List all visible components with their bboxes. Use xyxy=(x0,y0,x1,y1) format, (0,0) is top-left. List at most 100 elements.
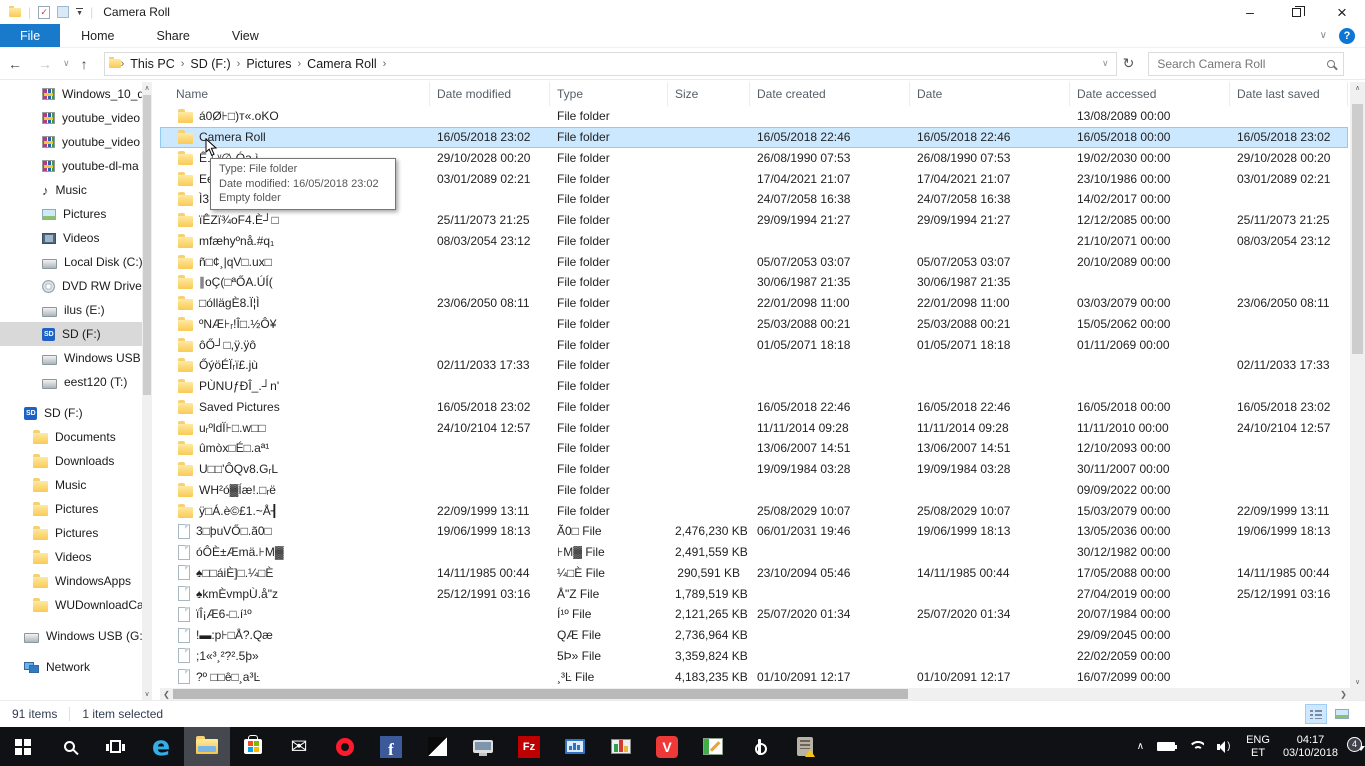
sidebar-item-downloads[interactable]: Downloads xyxy=(0,449,142,473)
sidebar-item-windows-usb-g-[interactable]: Windows USB (G:) xyxy=(0,624,142,648)
breadcrumb-segment[interactable]: Pictures xyxy=(240,57,297,71)
edge-browser[interactable]: e xyxy=(138,727,184,766)
breadcrumb-segment[interactable]: This PC xyxy=(124,57,180,71)
search-input[interactable] xyxy=(1157,57,1327,71)
refresh-icon[interactable]: ↻ xyxy=(1117,55,1141,72)
table-row[interactable]: ♠□□áiÈ]□.¼□È14/11/1985 00:44¼□È File290,… xyxy=(160,563,1348,584)
column-header-date-accessed[interactable]: Date accessed xyxy=(1070,82,1230,106)
scroll-right-icon[interactable]: ❯ xyxy=(1337,690,1350,699)
mail-app[interactable]: ✉ xyxy=(276,727,322,766)
file-explorer[interactable] xyxy=(184,727,230,766)
sidebar-item-network[interactable]: Network xyxy=(0,655,142,679)
battery-icon[interactable] xyxy=(1157,742,1175,751)
table-row[interactable]: ∥oÇ(□ªŐA.ÚÍ(File folder30/06/1987 21:353… xyxy=(160,272,1348,293)
sidebar-item-youtube-video[interactable]: youtube_video xyxy=(0,106,142,130)
table-row[interactable]: ŐýöÉÏᵣï£.jù02/11/2033 17:33File folder02… xyxy=(160,355,1348,376)
clock[interactable]: 04:17 03/10/2018 xyxy=(1283,734,1338,760)
start-button[interactable] xyxy=(0,727,46,766)
scroll-up-icon[interactable]: ∧ xyxy=(1350,82,1365,94)
sidebar-item-windowsapps[interactable]: WindowsApps xyxy=(0,569,142,593)
minimize-button[interactable]: – xyxy=(1227,0,1273,24)
table-row[interactable]: ïÊZï¾oF4.È┘□25/11/2073 21:25File folder2… xyxy=(160,210,1348,231)
language-indicator[interactable]: ENG ET xyxy=(1246,734,1270,760)
customize-toolbar-dropdown[interactable]: ▼ xyxy=(76,8,83,17)
tab-file[interactable]: File xyxy=(0,24,60,47)
sidebar-item-eest120-t-[interactable]: eest120 (T:) xyxy=(0,370,142,394)
taskbar-search-button[interactable] xyxy=(46,727,92,766)
settings-app[interactable] xyxy=(736,727,782,766)
desktop-app[interactable] xyxy=(414,727,460,766)
table-row[interactable]: PÙNUƒÐÎ_.┘n'File folder xyxy=(160,376,1348,397)
column-header-date[interactable]: Date xyxy=(910,82,1070,106)
table-row[interactable]: ♠kmÈvmpÙ.å"z25/12/1991 03:16Å"Z File1,78… xyxy=(160,583,1348,604)
sidebar-item-sd-f-[interactable]: SD (F:) xyxy=(0,401,142,425)
statistics-app[interactable] xyxy=(598,727,644,766)
scroll-left-icon[interactable]: ❮ xyxy=(160,690,173,699)
sidebar-item-music[interactable]: Music xyxy=(0,178,142,202)
back-button[interactable]: ← xyxy=(0,56,30,72)
column-header-name[interactable]: Name xyxy=(160,82,430,106)
properties-icon[interactable]: ✓ xyxy=(38,6,50,19)
breadcrumb-segment[interactable]: SD (F:) xyxy=(184,57,236,71)
sidebar-item-local-disk-c-[interactable]: Local Disk (C:) xyxy=(0,250,142,274)
vertical-scrollbar[interactable]: ∧ ∨ xyxy=(1350,82,1365,688)
column-header-date-modified[interactable]: Date modified xyxy=(430,82,550,106)
maximize-button[interactable] xyxy=(1273,0,1319,24)
expand-ribbon-chevron-icon[interactable]: ∨ xyxy=(1320,30,1327,41)
table-row[interactable]: ôŐ┘□,ÿ.ÿôFile folder01/05/2071 18:1801/0… xyxy=(160,334,1348,355)
table-row[interactable]: ïÎ¡Æ6-□.í¹ºÍ¹º File2,121,265 KB25/07/202… xyxy=(160,604,1348,625)
scroll-down-icon[interactable]: ∨ xyxy=(142,688,152,700)
sidebar-item-pictures[interactable]: Pictures xyxy=(0,521,142,545)
sidebar-item-pictures[interactable]: Pictures xyxy=(0,202,142,226)
table-row[interactable]: WH²ó▓Íæ!.□ᵣëFile folder09/09/2022 00:00 xyxy=(160,480,1348,501)
help-icon[interactable]: ? xyxy=(1339,28,1355,44)
table-row[interactable]: ûmòx□É□.aª¹File folder13/06/2007 14:5113… xyxy=(160,438,1348,459)
sidebar-item-videos[interactable]: Videos xyxy=(0,226,142,250)
tab-view[interactable]: View xyxy=(211,24,280,47)
scroll-up-icon[interactable]: ∧ xyxy=(142,82,152,94)
forward-button[interactable]: → xyxy=(30,56,60,72)
recent-locations-chevron-icon[interactable]: ∨ xyxy=(60,58,73,69)
vivaldi-browser[interactable]: V xyxy=(644,727,690,766)
table-row[interactable]: Camera Roll16/05/2018 23:02File folder16… xyxy=(160,127,1348,148)
column-header-date-created[interactable]: Date created xyxy=(750,82,910,106)
table-row[interactable]: ÿ□Á.è©£1.~Å┨22/09/1999 13:11File folder2… xyxy=(160,500,1348,521)
thumbnails-view-toggle[interactable] xyxy=(1331,704,1353,724)
sidebar-item-ilus-e-[interactable]: ilus (E:) xyxy=(0,298,142,322)
vertical-scrollbar-thumb[interactable] xyxy=(1352,104,1363,354)
table-row[interactable]: 3□þuVŐ□.ã0□19/06/1999 18:13Ã0□ File2,476… xyxy=(160,521,1348,542)
sidebar-item-youtube-dl-ma[interactable]: youtube-dl-ma xyxy=(0,154,142,178)
table-row[interactable]: óÔÈ±Æmä.⊦M▓⊦M▓ File2,491,559 KB30/12/198… xyxy=(160,542,1348,563)
horizontal-scrollbar-thumb[interactable] xyxy=(173,689,908,699)
sidebar-item-wudownloadca[interactable]: WUDownloadCa xyxy=(0,593,142,617)
table-row[interactable]: ñ□¢¸|qV□.ux□File folder05/07/2053 03:070… xyxy=(160,251,1348,272)
sidebar-item-pictures[interactable]: Pictures xyxy=(0,497,142,521)
contacts-app[interactable] xyxy=(782,727,828,766)
wifi-icon[interactable] xyxy=(1188,741,1204,753)
table-row[interactable]: ;1«³¸²?².5þ»5Þ» File3,359,824 KB22/02/20… xyxy=(160,646,1348,667)
sidebar-item-sd-f-[interactable]: SD (F:) xyxy=(0,322,142,346)
volume-icon[interactable]: ) xyxy=(1217,741,1233,753)
table-row[interactable]: □óllägÈ8.Ï¦Ì23/06/2050 08:11File folder2… xyxy=(160,293,1348,314)
scroll-down-icon[interactable]: ∨ xyxy=(1350,676,1365,688)
show-hidden-icons-chevron[interactable]: ∧ xyxy=(1137,741,1144,752)
close-button[interactable]: × xyxy=(1319,0,1365,24)
sidebar-item-youtube-video[interactable]: youtube_video xyxy=(0,130,142,154)
sidebar-item-windows-10-d[interactable]: Windows_10_d xyxy=(0,82,142,106)
notes-app[interactable] xyxy=(690,727,736,766)
column-header-size[interactable]: Size xyxy=(668,82,750,106)
chevron-right-icon[interactable]: › xyxy=(383,58,387,70)
table-row[interactable]: !▬:p⊦□Å?.QæQÆ File2,736,964 KB29/09/2045… xyxy=(160,625,1348,646)
table-row[interactable]: á0Ø⊦□)т«.oKOFile folder13/08/2089 00:00 xyxy=(160,106,1348,127)
column-header-type[interactable]: Type xyxy=(550,82,668,106)
microsoft-store[interactable] xyxy=(230,727,276,766)
facebook-app[interactable]: f xyxy=(368,727,414,766)
table-row[interactable]: ºNÆ⊦ᵣ!Î□.½Ô¥File folder25/03/2088 00:212… xyxy=(160,314,1348,335)
up-button[interactable]: ↑ xyxy=(73,56,96,72)
sidebar-item-videos[interactable]: Videos xyxy=(0,545,142,569)
network-monitor-app[interactable] xyxy=(552,727,598,766)
opera-browser[interactable] xyxy=(322,727,368,766)
search-icon[interactable] xyxy=(1327,60,1335,68)
filezilla-app[interactable]: Fz xyxy=(506,727,552,766)
breadcrumb-segment[interactable]: Camera Roll xyxy=(301,57,382,71)
